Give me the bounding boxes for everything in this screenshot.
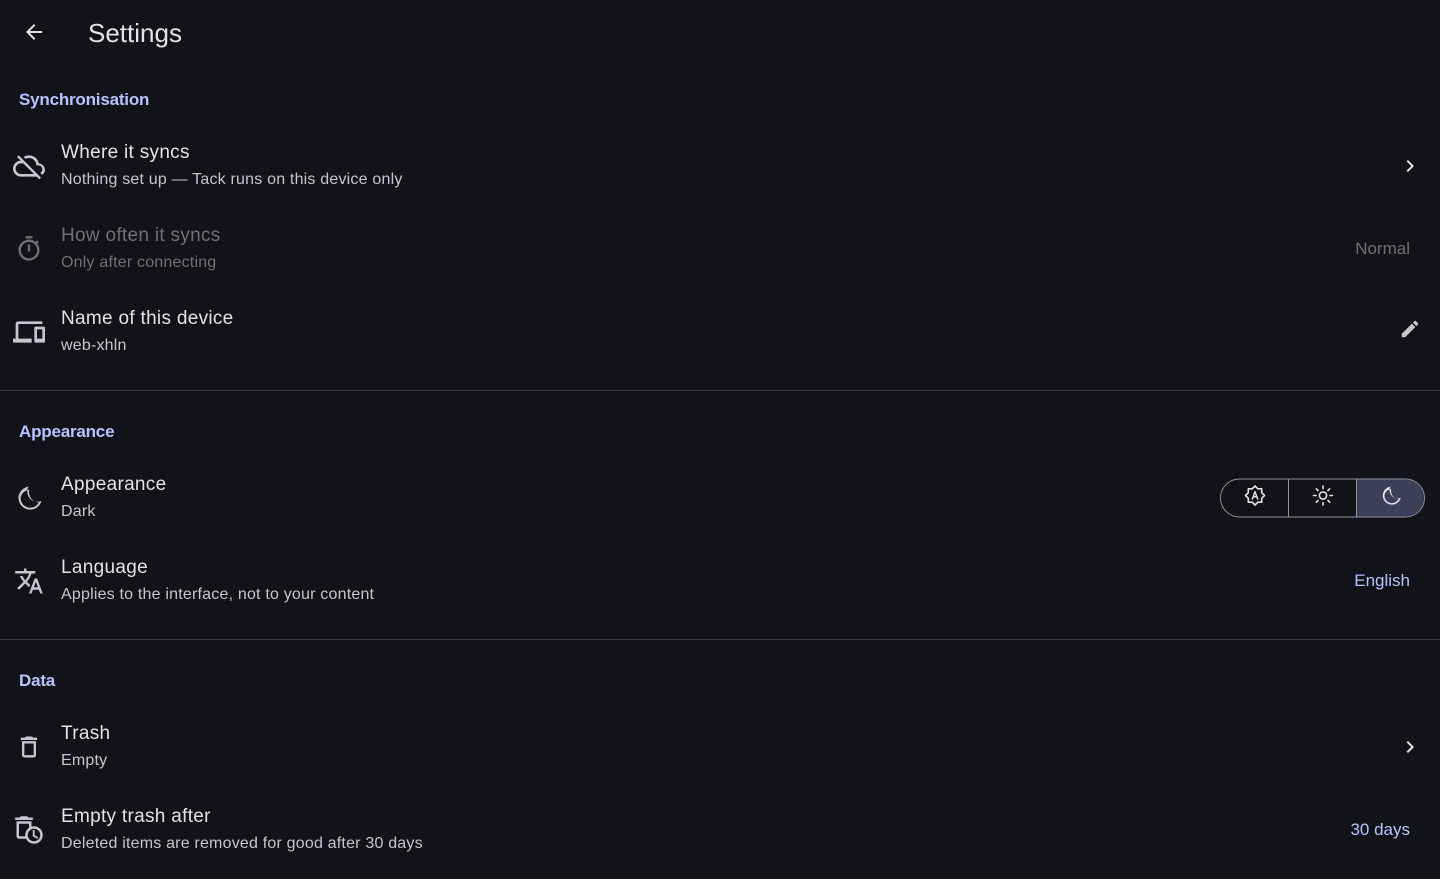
row-subtitle: Dark <box>61 502 96 520</box>
row-text: Trash Empty <box>61 722 110 772</box>
row-name-of-this-device[interactable]: Name of this device web-xhln <box>0 290 1440 373</box>
section-divider <box>0 639 1440 640</box>
row-subtitle: Deleted items are removed for good after… <box>61 834 423 852</box>
row-empty-trash-after[interactable]: Empty trash after Deleted items are remo… <box>0 788 1440 871</box>
chevron-right-icon <box>1396 152 1424 180</box>
pencil-icon <box>1399 318 1421 345</box>
trash-icon <box>13 731 45 763</box>
section-header-synchronisation: Synchronisation <box>19 90 150 109</box>
row-subtitle: Only after connecting <box>61 253 217 271</box>
row-subtitle: Empty <box>61 751 108 769</box>
row-title: Name of this device <box>61 307 234 329</box>
auto-delete-icon <box>13 814 45 846</box>
page-title: Settings <box>88 18 182 48</box>
timer-icon <box>13 233 45 265</box>
back-button[interactable] <box>14 14 54 54</box>
theme-option-light[interactable] <box>1289 479 1357 516</box>
row-text: Where it syncs Nothing set up — Tack run… <box>61 141 403 191</box>
row-text: Language Applies to the interface, not t… <box>61 556 374 606</box>
section-divider <box>0 390 1440 391</box>
row-title: Appearance <box>61 473 167 495</box>
row-title: Trash <box>61 722 111 744</box>
cloud-off-icon <box>13 150 45 182</box>
brightness-auto-icon <box>1243 483 1267 512</box>
moon-icon <box>1380 484 1402 511</box>
row-subtitle: Nothing set up — Tack runs on this devic… <box>61 170 403 188</box>
translate-icon <box>13 565 45 597</box>
theme-segmented-control <box>1220 478 1425 517</box>
theme-option-auto[interactable] <box>1221 479 1289 516</box>
row-text: How often it syncs Only after connecting <box>61 224 221 274</box>
chevron-right-icon <box>1396 733 1424 761</box>
row-appearance: Appearance Dark <box>0 456 1440 539</box>
row-text: Name of this device web-xhln <box>61 307 234 357</box>
top-app-bar: Settings <box>0 0 1440 68</box>
section-header-appearance: Appearance <box>19 422 115 441</box>
row-subtitle: Applies to the interface, not to your co… <box>61 585 375 603</box>
row-how-often-it-syncs: How often it syncs Only after connecting… <box>0 207 1440 290</box>
row-where-it-syncs[interactable]: Where it syncs Nothing set up — Tack run… <box>0 124 1440 207</box>
moon-icon <box>13 482 45 514</box>
row-title: Language <box>61 556 148 578</box>
row-language[interactable]: Language Applies to the interface, not t… <box>0 539 1440 622</box>
devices-icon <box>13 316 45 348</box>
row-trash[interactable]: Trash Empty <box>0 705 1440 788</box>
arrow-left-icon <box>22 20 46 49</box>
edit-device-name-button[interactable] <box>1396 318 1424 346</box>
section-header-data: Data <box>19 671 56 690</box>
row-text: Appearance Dark <box>61 473 166 523</box>
sun-icon <box>1311 483 1335 512</box>
sync-frequency-value: Normal <box>1355 238 1410 258</box>
theme-option-dark[interactable] <box>1357 479 1424 516</box>
row-title: Empty trash after <box>61 805 211 827</box>
row-title: How often it syncs <box>61 224 221 246</box>
language-value: English <box>1354 570 1410 590</box>
row-text: Empty trash after Deleted items are remo… <box>61 805 423 855</box>
row-subtitle: web-xhln <box>61 336 127 354</box>
empty-trash-after-value: 30 days <box>1350 819 1410 839</box>
row-title: Where it syncs <box>61 141 190 163</box>
